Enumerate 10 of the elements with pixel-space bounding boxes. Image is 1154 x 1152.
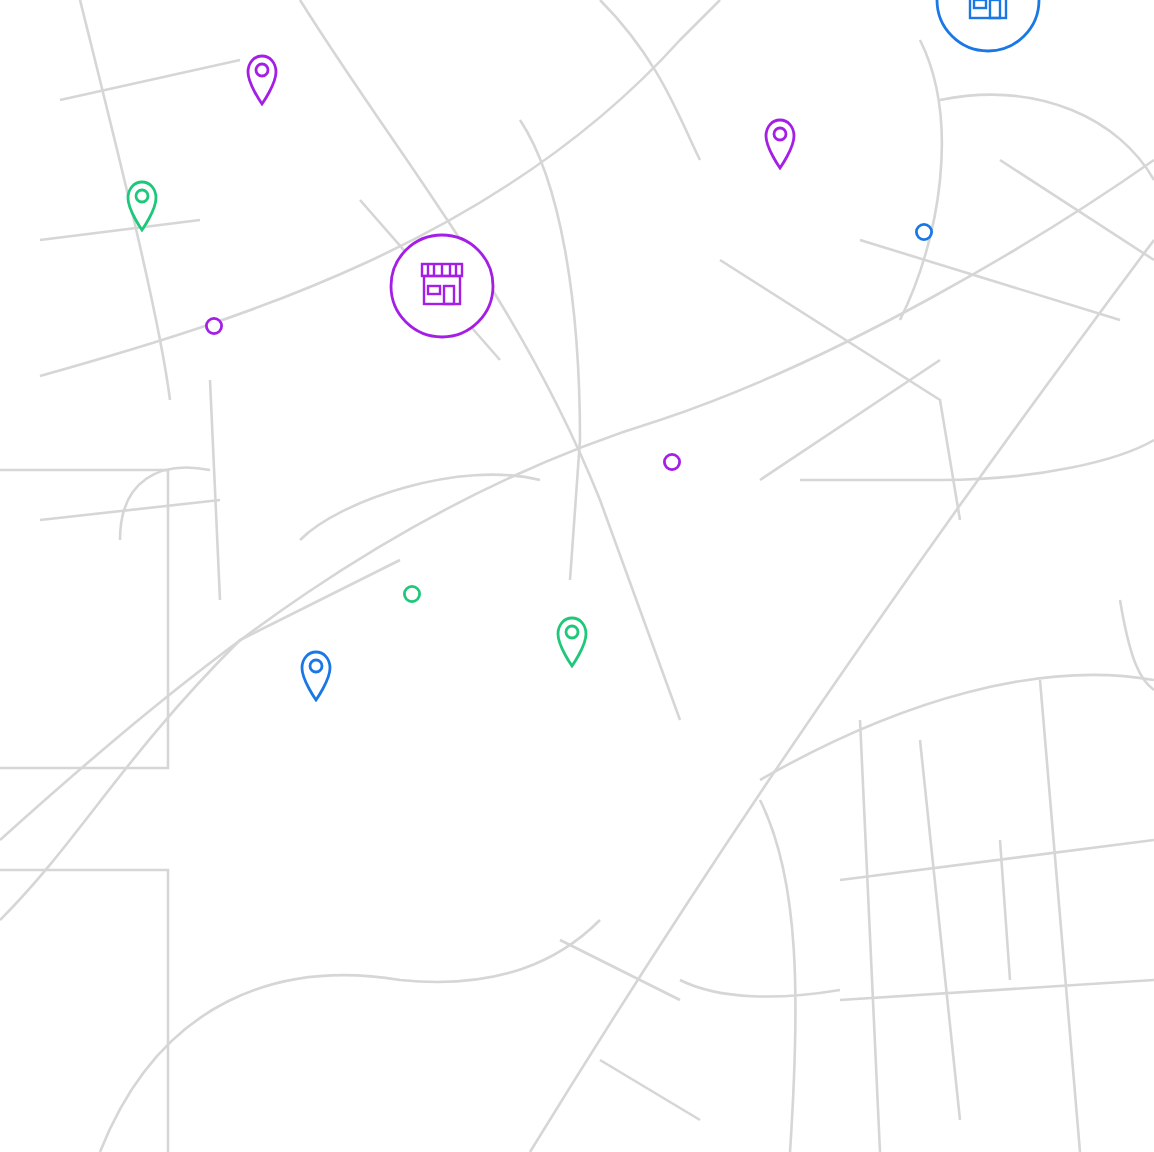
map-pin-icon[interactable] [764, 118, 796, 170]
map-pin-icon[interactable] [126, 180, 158, 232]
location-dot-icon[interactable] [402, 584, 422, 604]
map-pin-icon[interactable] [556, 616, 588, 668]
map-pin-icon[interactable] [300, 650, 332, 702]
location-dot-icon[interactable] [204, 316, 224, 336]
location-dot-icon[interactable] [662, 452, 682, 472]
store-marker-icon[interactable] [388, 232, 496, 340]
map-pin-icon[interactable] [246, 54, 278, 106]
location-dot-icon[interactable] [914, 222, 934, 242]
